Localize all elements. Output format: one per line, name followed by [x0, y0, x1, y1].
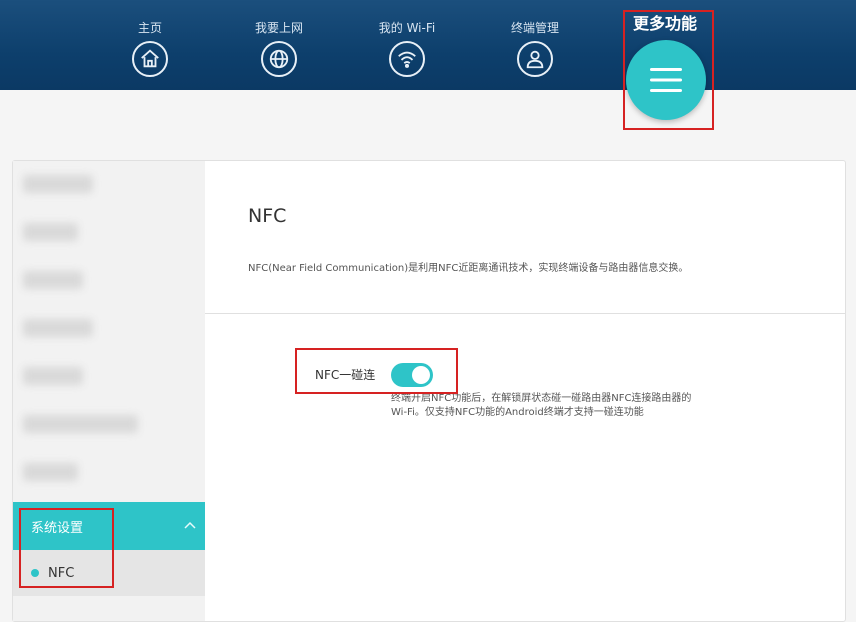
home-icon [132, 41, 168, 77]
sidebar-item-blurred[interactable] [13, 449, 205, 497]
nav-wifi[interactable]: 我的 Wi-Fi [357, 20, 457, 77]
nfc-hint-line1: 终端开启NFC功能后，在解锁屏状态碰一碰路由器NFC连接路由器的 [391, 393, 692, 404]
user-icon [517, 41, 553, 77]
sidebar-item-blurred[interactable] [13, 353, 205, 401]
nav-home[interactable]: 主页 [100, 20, 200, 77]
sidebar-item-blurred[interactable] [13, 257, 205, 305]
nav-devices[interactable]: 终端管理 [485, 20, 585, 77]
globe-icon [261, 41, 297, 77]
highlight-box-system-settings [19, 508, 114, 588]
wifi-icon [389, 41, 425, 77]
nfc-hint-line2: Wi-Fi。仅支持NFC功能的Android终端才支持一碰连功能 [391, 407, 644, 418]
sidebar-item-blurred[interactable] [13, 305, 205, 353]
nfc-hint: 终端开启NFC功能后，在解锁屏状态碰一碰路由器NFC连接路由器的 Wi-Fi。仅… [391, 392, 731, 420]
nav-internet[interactable]: 我要上网 [229, 20, 329, 77]
page-description: NFC(Near Field Communication)是利用NFC近距离通讯… [248, 263, 689, 274]
top-nav-bar: 主页 我要上网 我的 Wi-Fi 终端管理 [0, 0, 856, 90]
sidebar-item-blurred[interactable] [13, 209, 205, 257]
highlight-box-nfc-toggle [295, 348, 458, 394]
page-title: NFC [248, 205, 287, 227]
sidebar-item-blurred[interactable] [13, 401, 205, 449]
chevron-up-icon [184, 521, 196, 529]
nav-wifi-label: 我的 Wi-Fi [378, 21, 436, 35]
sidebar-item-blurred[interactable] [13, 161, 205, 209]
highlight-box-more [623, 10, 714, 130]
nav-home-label: 主页 [137, 21, 162, 35]
nav-internet-label: 我要上网 [254, 21, 303, 35]
nav-devices-label: 终端管理 [510, 21, 559, 35]
divider [205, 313, 845, 314]
